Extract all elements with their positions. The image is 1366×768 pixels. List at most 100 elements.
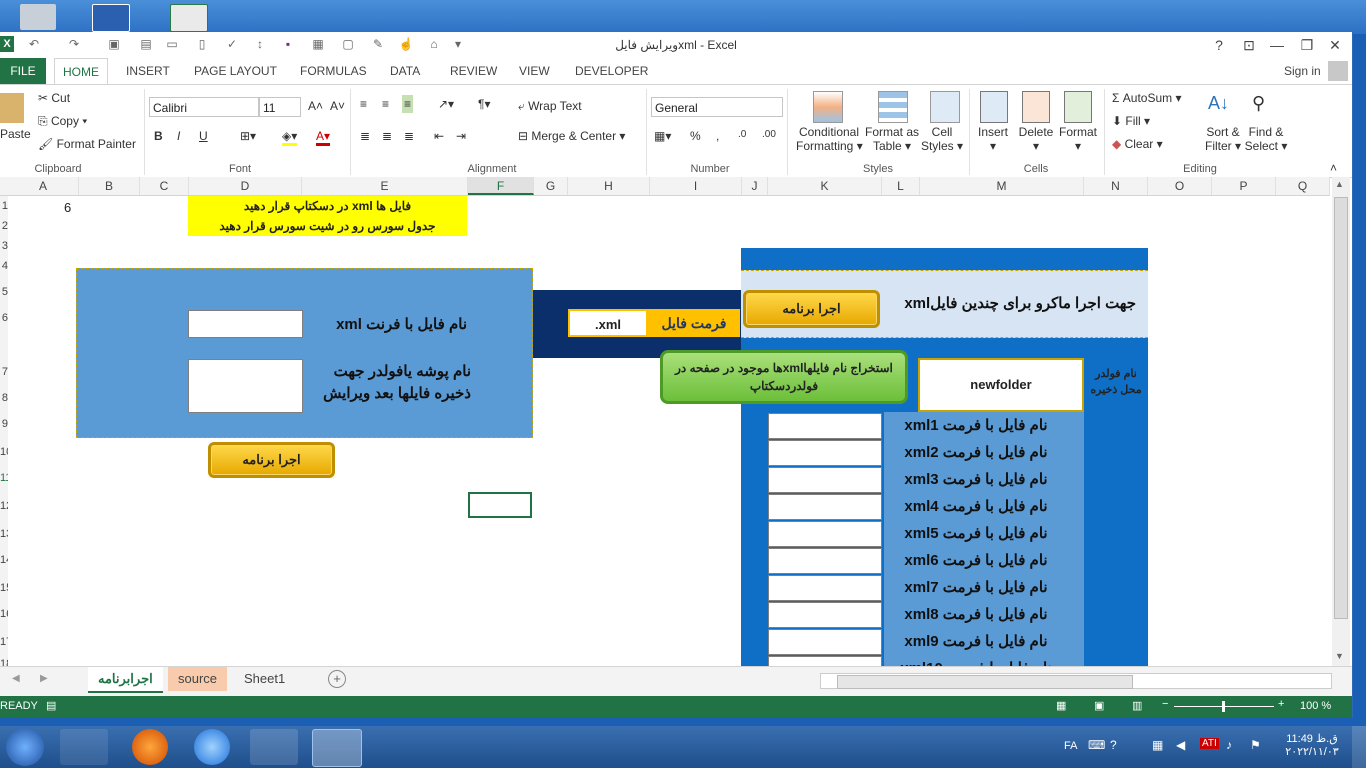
conditional-formatting-button[interactable]: Conditional Formatting ▾ — [796, 125, 863, 153]
row-header[interactable]: 12 — [0, 500, 8, 512]
zoom-out-button[interactable]: − — [1162, 698, 1168, 710]
format-as-table-button[interactable]: Format as Table ▾ — [864, 125, 920, 153]
increase-indent-icon[interactable]: ⇥ — [456, 129, 466, 143]
merge-center-button[interactable]: ⊟ Merge & Center ▾ — [518, 129, 625, 143]
column-header[interactable]: Q — [1276, 177, 1330, 195]
collapse-ribbon-icon[interactable]: ˄ — [1330, 161, 1337, 175]
file-name-input[interactable] — [768, 629, 882, 655]
help-button[interactable]: ? — [1206, 35, 1232, 55]
column-header-selected[interactable]: F — [468, 177, 534, 195]
paste-button[interactable]: Paste — [0, 127, 31, 141]
row-header[interactable]: 16 — [0, 608, 8, 620]
orientation-icon[interactable]: ↗▾ — [438, 97, 454, 111]
row-header-selected[interactable]: 11 — [0, 472, 8, 484]
close-button[interactable]: ✕ — [1322, 35, 1348, 55]
row-header[interactable]: 13 — [0, 528, 8, 540]
run-button-left[interactable]: اجرا برنامه — [208, 442, 335, 478]
file-name-input[interactable] — [768, 575, 882, 601]
tab-formulas[interactable]: FORMULAS — [300, 58, 367, 84]
desktop-app-icon[interactable] — [92, 4, 130, 32]
row-header[interactable]: 2 — [0, 220, 8, 232]
tab-review[interactable]: REVIEW — [450, 58, 497, 84]
sort-filter-button[interactable]: Sort & Filter ▾ — [1202, 125, 1244, 153]
column-header[interactable]: H — [568, 177, 650, 195]
recycle-bin-icon[interactable] — [20, 4, 56, 30]
fill-button[interactable]: ⬇ Fill ▾ — [1112, 114, 1150, 128]
start-button-icon[interactable] — [6, 728, 44, 766]
internet-explorer-icon[interactable] — [194, 729, 230, 765]
column-header[interactable]: B — [79, 177, 140, 195]
tab-file[interactable]: FILE — [0, 58, 46, 84]
cell-styles-button[interactable]: Cell Styles ▾ — [918, 125, 966, 153]
next-sheet-icon[interactable]: ▶ — [40, 673, 48, 684]
row-header[interactable]: 5 — [0, 286, 8, 298]
tab-home[interactable]: HOME — [54, 58, 108, 85]
ati-icon[interactable]: ATI — [1200, 738, 1219, 749]
font-color-icon[interactable]: A▾ — [316, 129, 331, 146]
row-header[interactable]: 14 — [0, 554, 8, 566]
sheet-tab-sheet1[interactable]: Sheet1 — [234, 667, 295, 691]
page-layout-view-icon[interactable]: ▣ — [1094, 699, 1104, 712]
file-name-input[interactable] — [768, 494, 882, 520]
number-format-select[interactable]: General — [651, 97, 783, 117]
font-name-select[interactable]: Calibri — [149, 97, 259, 117]
volume-icon[interactable]: ♪ — [1226, 738, 1232, 752]
filename-input-box[interactable] — [188, 310, 303, 338]
sheet-tab-run[interactable]: اجرابرنامه — [88, 667, 163, 693]
fill-color-icon[interactable]: ◈▾ — [282, 129, 298, 146]
percent-button[interactable]: % — [690, 129, 701, 143]
column-header[interactable]: C — [140, 177, 189, 195]
row-header[interactable]: 9 — [0, 418, 8, 430]
cut-button[interactable]: ✂ Cut — [38, 91, 70, 105]
column-header[interactable]: D — [189, 177, 302, 195]
show-desktop-button[interactable] — [1352, 726, 1366, 768]
column-header[interactable]: A — [8, 177, 79, 195]
normal-view-icon[interactable]: ▦ — [1056, 699, 1066, 712]
ribbon-display-button[interactable]: ⊡ — [1236, 35, 1262, 55]
column-header[interactable]: E — [302, 177, 468, 195]
keyboard-icon[interactable]: ⌨ — [1088, 738, 1105, 752]
file-explorer-icon[interactable] — [250, 729, 298, 765]
horizontal-scrollbar[interactable] — [820, 673, 1332, 689]
active-cell-f11[interactable] — [468, 492, 532, 518]
file-format-input[interactable]: .xml — [568, 309, 648, 337]
align-middle-icon[interactable]: ≡ — [382, 97, 389, 111]
increase-decimal-button[interactable]: .0 — [738, 129, 746, 140]
excel-taskbar-icon[interactable] — [312, 729, 362, 767]
bold-button[interactable]: B — [154, 129, 163, 143]
worksheet-grid[interactable]: 6 فایل ها xml در دسکتاپ قرار دهید جدول س… — [8, 196, 1330, 709]
row-header[interactable]: 17 — [0, 636, 8, 648]
paste-icon[interactable] — [0, 93, 24, 123]
font-size-select[interactable]: 11 — [259, 97, 301, 117]
language-indicator[interactable]: FA — [1064, 740, 1077, 752]
format-cells-button[interactable]: Format ▾ — [1056, 125, 1100, 153]
decrease-indent-icon[interactable]: ⇤ — [434, 129, 444, 143]
rtl-icon[interactable]: ¶▾ — [478, 97, 490, 111]
firefox-icon[interactable] — [132, 729, 168, 765]
folder-name-input[interactable]: newfolder — [918, 358, 1084, 412]
prev-sheet-icon[interactable]: ◀ — [12, 673, 20, 684]
underline-button[interactable]: U — [199, 129, 208, 143]
clock[interactable]: 11:49 ق.ظ ۲۰۲۲/۱۱/۰۳ — [1282, 732, 1342, 758]
restore-button[interactable]: ❐ — [1294, 35, 1320, 55]
desktop-sheet-icon[interactable] — [170, 4, 208, 32]
row-header[interactable]: 8 — [0, 392, 8, 404]
row-header[interactable]: 10 — [0, 446, 8, 458]
tab-data[interactable]: DATA — [390, 58, 420, 84]
column-header[interactable]: J — [742, 177, 768, 195]
sheet-tab-source[interactable]: source — [168, 667, 228, 691]
column-header[interactable]: L — [882, 177, 920, 195]
delete-cells-button[interactable]: Delete ▾ — [1016, 125, 1056, 153]
grow-font-icon[interactable]: A˄ — [308, 99, 323, 113]
media-player-icon[interactable] — [60, 729, 108, 765]
row-header[interactable]: 4 — [0, 260, 8, 272]
wrap-text-button[interactable]: ⤶ Wrap Text — [518, 99, 582, 114]
column-header[interactable]: N — [1084, 177, 1148, 195]
vertical-scrollbar[interactable]: ▲ ▼ — [1332, 177, 1350, 667]
flag-icon[interactable]: ⚑ — [1250, 738, 1261, 752]
align-bottom-icon[interactable]: ≡ — [402, 95, 414, 113]
row-header[interactable]: 7 — [0, 366, 8, 378]
scroll-thumb[interactable] — [1334, 197, 1348, 619]
file-name-input[interactable] — [768, 521, 882, 547]
format-painter-button[interactable]: 🖌 Format Painter — [38, 137, 136, 151]
